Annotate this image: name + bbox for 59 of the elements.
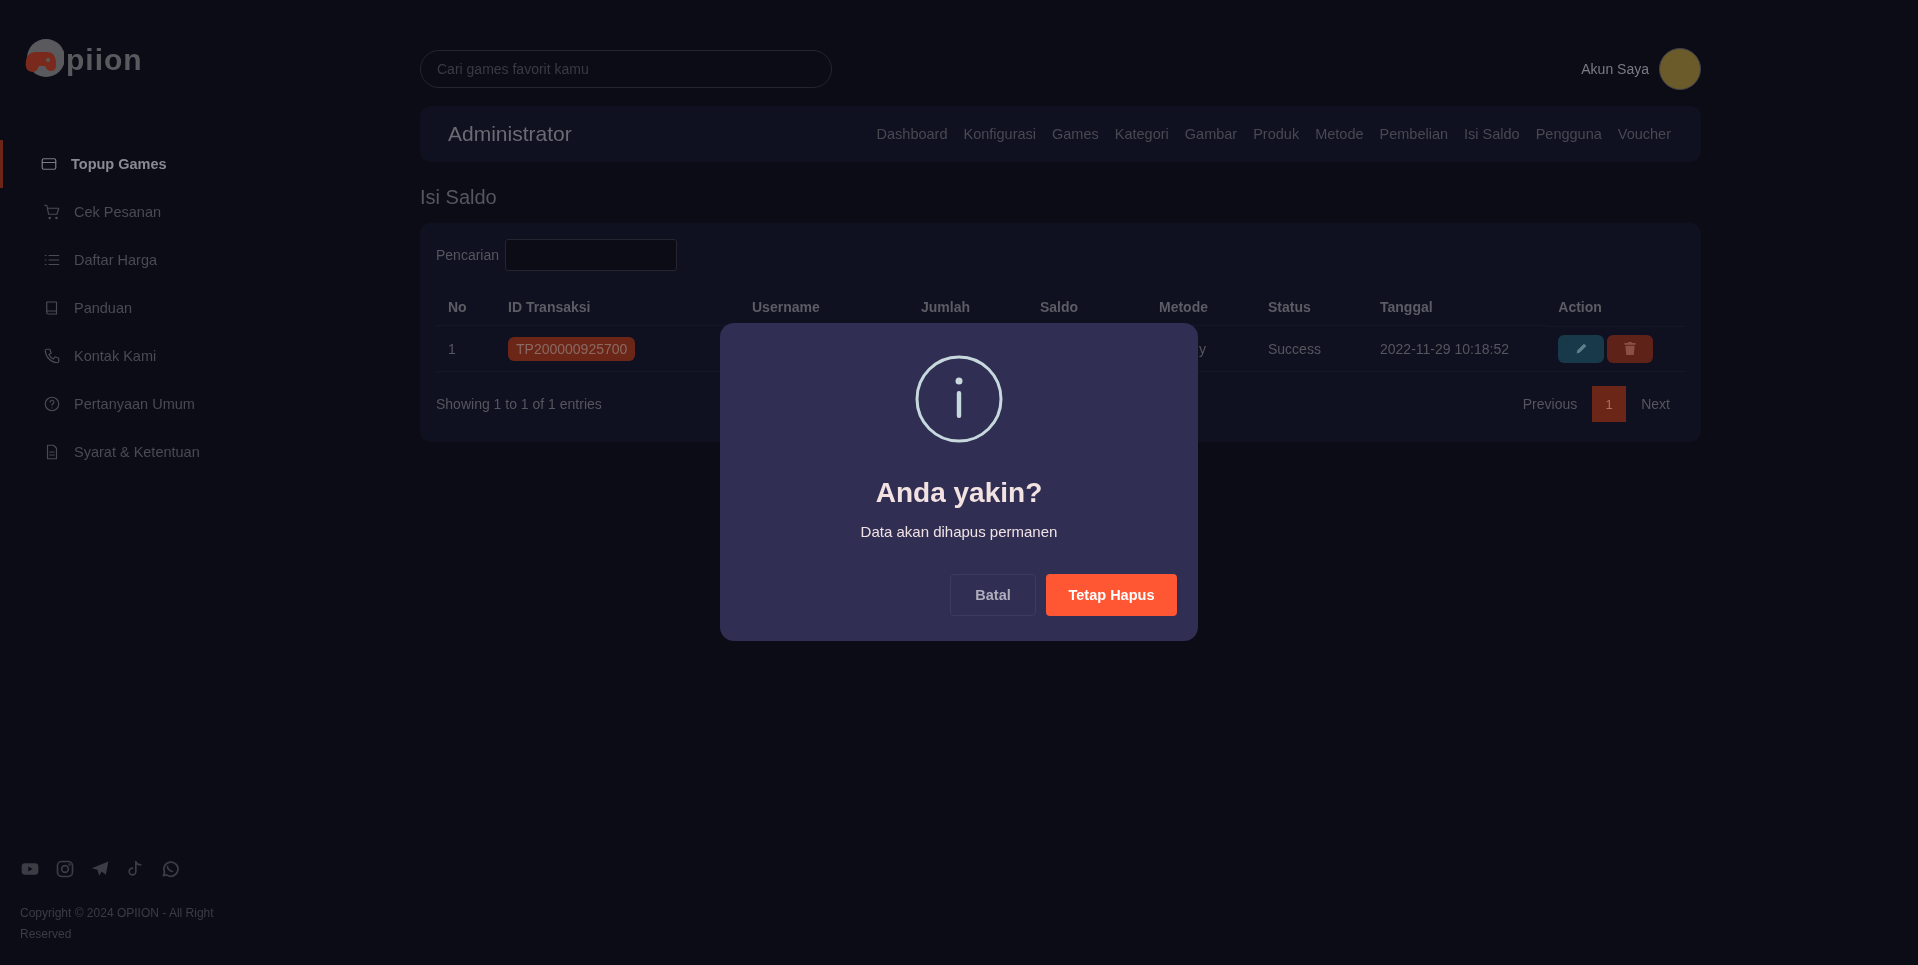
whatsapp-icon[interactable] [160,859,180,879]
page-number[interactable]: 1 [1592,386,1627,422]
account-label[interactable]: Akun Saya [1581,61,1649,77]
dialog-message: Data akan dihapus permanen [860,523,1058,540]
info-icon [915,355,1003,443]
trash-icon [1624,342,1637,355]
phone-icon [43,347,61,365]
tiktok-icon[interactable] [125,859,145,879]
transaction-id-badge: TP200000925700 [508,336,636,361]
column-header: Status [1256,287,1368,326]
search-label: Pencarian [436,247,500,263]
sidebar-item[interactable]: Cek Pesanan [0,188,420,236]
logo-text: piion [66,43,143,77]
sidebar-item[interactable]: Panduan [0,284,420,332]
table-cell-text: y [1198,340,1206,357]
delete-button[interactable] [1607,334,1654,363]
entries-info: Showing 1 to 1 of 1 entries [436,396,602,412]
column-header: Metode [1147,287,1256,326]
column-header: ID Transaksi [496,287,740,326]
page-title: Isi Saldo [420,186,498,209]
pencil-icon [1574,342,1588,355]
sidebar-item[interactable]: Kontak Kami [0,332,420,380]
instagram-icon[interactable] [55,859,75,879]
nav-link[interactable]: Isi Saldo [1464,126,1520,142]
nav-link[interactable]: Kategori [1114,126,1169,142]
nav-link[interactable]: Gambar [1184,126,1238,142]
card-icon [40,155,58,173]
table-search-field[interactable] [505,239,678,271]
column-header: Jumlah [920,298,971,317]
next-link[interactable]: Next [1626,396,1685,412]
nav-link[interactable]: Konfigurasi [963,126,1037,142]
previous-link[interactable]: Previous [1507,396,1593,412]
nav-link[interactable]: Pembelian [1379,126,1449,142]
nav-link[interactable]: Metode [1315,126,1364,142]
dialog-title: Anda yakin? [875,477,1043,509]
sidebar-item[interactable]: Daftar Harga [0,236,420,284]
nav-link[interactable]: Voucher [1617,126,1671,142]
column-header: Action [1546,287,1685,326]
table-cell: 2022-11-29 10:18:52 [1368,325,1547,372]
confirm-button[interactable]: Tetap Hapus [1046,574,1177,616]
cart-icon [43,203,61,221]
table-cell: 1 [436,325,496,372]
table-cell: Success [1256,325,1368,372]
admin-title: Administrator [448,122,572,146]
sidebar-item[interactable]: Syarat & Ketentuan [0,428,420,476]
column-header: No [436,287,496,326]
nav-link[interactable]: Pengguna [1535,126,1602,142]
cancel-button[interactable]: Batal [950,574,1036,616]
column-header: Tanggal [1368,287,1547,326]
nav-link[interactable]: Games [1052,126,1099,142]
nav-link[interactable]: Dashboard [876,126,948,142]
avatar[interactable] [1659,48,1701,90]
column-header: Username [751,298,821,317]
edit-button[interactable] [1558,334,1605,363]
logo[interactable]: piion [20,38,420,82]
column-header: Saldo [1039,298,1080,317]
nav-link[interactable]: Produk [1253,126,1300,142]
sidebar-item[interactable]: Pertanyaan Umum [0,380,420,428]
question-icon [43,395,61,413]
